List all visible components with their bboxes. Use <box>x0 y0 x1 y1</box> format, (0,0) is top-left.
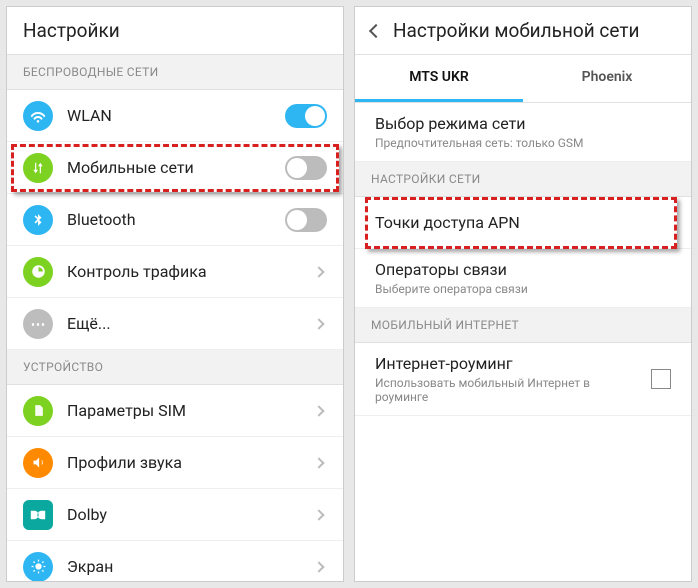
apn-title: Точки доступа APN <box>375 213 671 232</box>
row-mobile[interactable]: Мобильные сети <box>7 142 343 194</box>
mobile-label: Мобильные сети <box>67 158 285 177</box>
row-roaming[interactable]: Интернет-роуминг Использовать мобильный … <box>355 343 691 416</box>
chevron-right-icon <box>313 318 324 329</box>
row-screen[interactable]: Экран <box>7 541 343 582</box>
wlan-label: WLAN <box>67 106 285 125</box>
row-wlan[interactable]: WLAN <box>7 90 343 142</box>
screen-label: Экран <box>67 557 315 576</box>
section-network: НАСТРОЙКИ СЕТИ <box>355 162 691 197</box>
sim-label: Параметры SIM <box>67 401 315 420</box>
bluetooth-label: Bluetooth <box>67 210 285 229</box>
mobile-toggle[interactable] <box>285 156 327 180</box>
screen-icon <box>23 552 53 582</box>
row-more[interactable]: ⋯ Ещё... <box>7 298 343 350</box>
back-icon[interactable] <box>369 23 383 37</box>
network-mode-sub: Предпочтительная сеть: только GSM <box>375 136 671 150</box>
section-device: УСТРОЙСТВО <box>7 350 343 385</box>
row-bluetooth[interactable]: Bluetooth <box>7 194 343 246</box>
sound-label: Профили звука <box>67 453 315 472</box>
bluetooth-icon <box>23 205 53 235</box>
roaming-sub: Использовать мобильный Интернет в роумин… <box>375 376 641 404</box>
row-sim[interactable]: Параметры SIM <box>7 385 343 437</box>
operators-title: Операторы связи <box>375 260 671 279</box>
section-internet: МОБИЛЬНЫЙ ИНТЕРНЕТ <box>355 308 691 343</box>
roaming-title: Интернет-роуминг <box>375 354 641 373</box>
roaming-checkbox[interactable] <box>651 369 671 389</box>
traffic-icon <box>23 257 53 287</box>
settings-screen: Настройки БЕСПРОВОДНЫЕ СЕТИ WLAN Мобильн… <box>6 6 344 582</box>
sound-icon <box>23 448 53 478</box>
page-title: Настройки <box>23 19 120 42</box>
mobile-network-screen: Настройки мобильной сети MTS UKR Phoenix… <box>354 6 692 582</box>
row-sound[interactable]: Профили звука <box>7 437 343 489</box>
sim-tabs: MTS UKR Phoenix <box>355 55 691 103</box>
apn-row-wrap: Точки доступа APN <box>355 197 691 249</box>
tab-mts[interactable]: MTS UKR <box>355 55 523 102</box>
sim-icon <box>23 396 53 426</box>
chevron-right-icon <box>313 561 324 572</box>
dolby-label: Dolby <box>67 505 315 524</box>
bluetooth-toggle[interactable] <box>285 208 327 232</box>
row-network-mode[interactable]: Выбор режима сети Предпочтительная сеть:… <box>355 103 691 162</box>
traffic-label: Контроль трафика <box>67 262 315 281</box>
chevron-right-icon <box>313 457 324 468</box>
mobile-data-icon <box>23 153 53 183</box>
row-traffic[interactable]: Контроль трафика <box>7 246 343 298</box>
row-operators[interactable]: Операторы связи Выберите оператора связи <box>355 249 691 308</box>
mobile-row-wrap: Мобильные сети <box>7 142 343 194</box>
page-title: Настройки мобильной сети <box>393 19 639 42</box>
row-dolby[interactable]: Dolby <box>7 489 343 541</box>
wlan-toggle[interactable] <box>285 104 327 128</box>
section-wireless: БЕСПРОВОДНЫЕ СЕТИ <box>7 55 343 90</box>
network-mode-title: Выбор режима сети <box>375 114 671 133</box>
header: Настройки <box>7 7 343 55</box>
wifi-icon <box>23 101 53 131</box>
more-icon: ⋯ <box>23 309 53 339</box>
tab-phoenix[interactable]: Phoenix <box>523 55 691 102</box>
more-label: Ещё... <box>67 314 315 333</box>
chevron-right-icon <box>313 405 324 416</box>
chevron-right-icon <box>313 509 324 520</box>
operators-sub: Выберите оператора связи <box>375 282 671 296</box>
chevron-right-icon <box>313 266 324 277</box>
dolby-icon <box>23 500 53 530</box>
row-apn[interactable]: Точки доступа APN <box>355 197 691 249</box>
header: Настройки мобильной сети <box>355 7 691 55</box>
